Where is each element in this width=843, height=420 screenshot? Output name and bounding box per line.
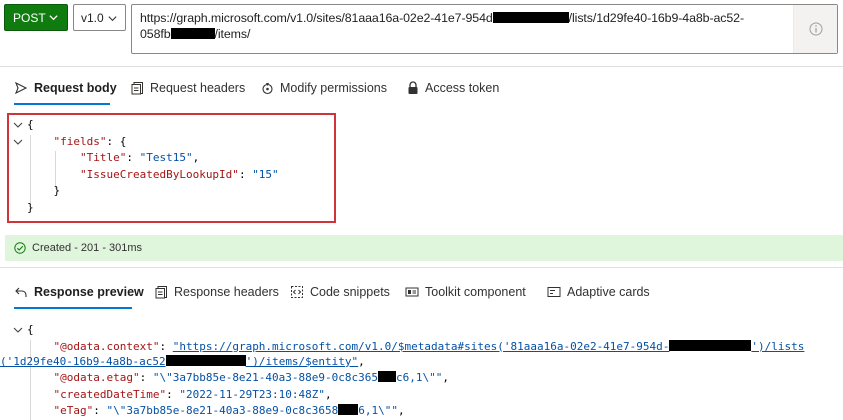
headers-icon xyxy=(131,82,143,95)
tab-adaptive-cards[interactable]: Adaptive cards xyxy=(547,281,650,303)
tab-label: Request headers xyxy=(150,81,246,95)
tab-request-body[interactable]: Request body xyxy=(14,77,117,99)
url-segment: 058fb xyxy=(140,27,171,41)
tab-access-token[interactable]: Access token xyxy=(407,77,499,99)
json-key: "eTag" xyxy=(53,404,94,417)
request-url-input[interactable]: https://graph.microsoft.com/v1.0/sites/8… xyxy=(131,4,838,54)
response-json-wrapped-line: ('1d29fe40-16b9-4a8b-ac52 ')/items/$entit… xyxy=(0,355,365,368)
headers-icon xyxy=(155,286,167,299)
tab-request-headers[interactable]: Request headers xyxy=(131,77,245,99)
redacted-block xyxy=(338,404,359,415)
send-icon xyxy=(14,81,28,95)
lock-icon xyxy=(408,81,418,94)
reply-icon xyxy=(15,287,27,297)
tab-label: Adaptive cards xyxy=(567,285,650,299)
tab-toolkit-component[interactable]: Toolkit component xyxy=(405,281,526,303)
json-string: ')/items/$entity" xyxy=(245,355,359,368)
http-method-label: POST xyxy=(13,10,46,25)
chevron-down-icon xyxy=(108,16,117,22)
api-version-dropdown[interactable]: v1.0 xyxy=(73,4,126,31)
json-key: "createdDateTime" xyxy=(53,387,167,401)
odata-context-link[interactable]: "https://graph.microsoft.com/v1.0/$metad… xyxy=(172,339,805,353)
tab-response-headers[interactable]: Response headers xyxy=(155,281,279,303)
tab-label: Modify permissions xyxy=(280,81,387,95)
section-divider xyxy=(0,66,843,67)
tab-selected-indicator xyxy=(14,103,110,105)
tab-label: Response headers xyxy=(174,285,279,299)
tab-label: Toolkit component xyxy=(425,285,526,299)
json-string: "https://graph.microsoft.com/v1.0/$metad… xyxy=(172,339,670,353)
chevron-down-icon xyxy=(49,15,58,21)
json-key: "@odata.etag" xyxy=(53,371,140,384)
response-status-bar: Created - 201 - 301ms xyxy=(5,235,843,261)
json-string: "2022-11-29T23:10:48Z" xyxy=(179,387,326,401)
url-segment: /lists/1d29fe40-16b9-4a8b-ac52- xyxy=(568,11,744,25)
redacted-block xyxy=(170,28,215,39)
response-json-code-rest: "@odata.etag": "\"3a7bb85e-8e21-40a3-88e… xyxy=(53,371,449,417)
json-string: ('1d29fe40-16b9-4a8b-ac52 xyxy=(0,355,166,368)
info-icon xyxy=(809,22,822,36)
toolkit-icon xyxy=(405,287,419,297)
url-info-button[interactable] xyxy=(793,5,837,53)
response-json-code: { "@odata.context": "https://graph.micro… xyxy=(27,323,805,353)
tab-modify-permissions[interactable]: Modify permissions xyxy=(261,77,387,99)
json-string: "\"3a7bb85e-8e21-40a3-88e9-0c8c365 xyxy=(152,371,379,384)
tab-label: Access token xyxy=(425,81,500,95)
tab-response-preview[interactable]: Response preview xyxy=(14,281,144,303)
url-segment: https://graph.microsoft.com/v1.0/sites/8… xyxy=(140,11,493,25)
tab-label: Code snippets xyxy=(310,285,390,299)
code-icon xyxy=(291,286,303,298)
permissions-icon xyxy=(262,83,273,95)
annotation-highlight-box xyxy=(7,113,336,223)
json-brace: { xyxy=(27,323,34,336)
json-string: 6,1\"" xyxy=(358,404,399,417)
tab-label: Response preview xyxy=(34,285,144,299)
status-text: Created - 201 - 301ms xyxy=(32,242,143,254)
card-icon xyxy=(547,287,561,297)
check-circle-icon xyxy=(14,242,26,254)
json-string: ')/lists xyxy=(751,339,805,353)
fold-chevron-icon[interactable] xyxy=(13,325,23,335)
json-key: "@odata.context" xyxy=(53,339,160,353)
redacted-block xyxy=(165,355,246,366)
tab-label: Request body xyxy=(34,81,117,95)
tab-selected-indicator xyxy=(14,307,132,309)
url-segment: /items/ xyxy=(214,27,251,41)
tab-code-snippets[interactable]: Code snippets xyxy=(290,281,390,303)
section-divider xyxy=(0,267,843,268)
redacted-block xyxy=(669,339,752,351)
redacted-block xyxy=(492,12,569,23)
http-method-dropdown[interactable]: POST xyxy=(4,4,68,31)
redacted-block xyxy=(378,371,397,382)
response-preview-editor[interactable]: { "@odata.context": "https://graph.micro… xyxy=(0,318,843,420)
json-string: c6,1\"" xyxy=(396,371,443,384)
odata-context-link-cont[interactable]: ('1d29fe40-16b9-4a8b-ac52 ')/items/$entit… xyxy=(0,355,358,368)
request-url-text[interactable]: https://graph.microsoft.com/v1.0/sites/8… xyxy=(140,10,790,42)
json-string: "\"3a7bb85e-8e21-40a3-88e9-0c8c3658 xyxy=(106,404,339,417)
api-version-label: v1.0 xyxy=(81,10,104,25)
